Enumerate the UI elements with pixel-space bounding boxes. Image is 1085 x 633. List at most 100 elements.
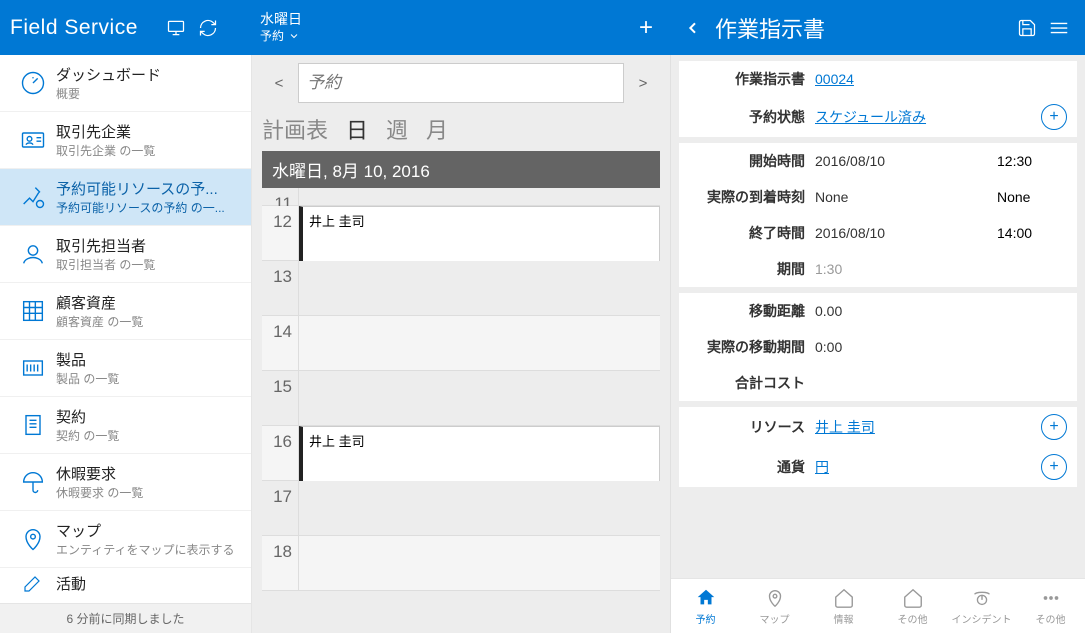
search-input[interactable]	[307, 73, 615, 93]
person-icon	[10, 240, 56, 268]
sidebar-item-products[interactable]: 製品製品 の一覧	[0, 340, 251, 397]
hour-row: 16 井上 圭司	[262, 426, 660, 481]
detail-title: 作業指示書	[715, 12, 825, 44]
hour-row: 14	[262, 316, 660, 371]
sidebar-item-sub: 予約可能リソースの予約 の一...	[56, 199, 225, 216]
field-value[interactable]: 0.00	[815, 303, 1067, 319]
field-duration: 期間 1:30	[679, 251, 1077, 287]
sidebar-item-sub: 製品 の一覧	[56, 370, 119, 387]
tab-info[interactable]: 情報	[809, 579, 878, 633]
barcode-icon	[10, 354, 56, 382]
tab-more[interactable]: その他	[1016, 579, 1085, 633]
sidebar-item-sub: 概要	[56, 85, 161, 102]
field-label: 予約状態	[679, 107, 815, 127]
menu-icon[interactable]	[1043, 17, 1075, 39]
field-value[interactable]: None	[815, 189, 997, 205]
tab-booking[interactable]: 予約	[671, 579, 740, 633]
app-header: Field Service 水曜日 予約 + 作業指示書	[0, 0, 1085, 55]
field-value-2[interactable]: 14:00	[997, 225, 1067, 241]
hour-row: 15	[262, 371, 660, 426]
sidebar-item-sub: 契約 の一覧	[56, 427, 119, 444]
sidebar-item-label: 製品	[56, 349, 119, 370]
field-value-2[interactable]: 12:30	[997, 153, 1067, 169]
field-start-time: 開始時間 2016/08/10 12:30	[679, 143, 1077, 179]
add-button[interactable]: +	[639, 14, 653, 42]
status-link[interactable]: スケジュール済み	[815, 107, 1035, 127]
search-box[interactable]	[298, 63, 624, 103]
sync-status: 6 分前に同期しました	[0, 603, 251, 633]
sidebar-item-customer-assets[interactable]: 顧客資産顧客資産 の一覧	[0, 283, 251, 340]
edit-icon	[10, 571, 56, 595]
monitor-icon[interactable]	[160, 18, 192, 38]
tab-label: 予約	[696, 611, 716, 626]
tab-agenda[interactable]: 計画表	[262, 113, 328, 145]
pin-icon	[764, 587, 786, 609]
field-label: 終了時間	[679, 223, 815, 243]
prev-button[interactable]: <	[260, 64, 298, 102]
id-card-icon	[10, 126, 56, 154]
hour-row: 13	[262, 261, 660, 316]
tab-label: その他	[898, 611, 928, 626]
field-travel-duration: 実際の移動期間 0:00	[679, 329, 1077, 365]
date-bar: 水曜日, 8月 10, 2016	[262, 151, 660, 188]
field-value-2[interactable]: None	[997, 189, 1067, 205]
umbrella-icon	[10, 468, 56, 496]
next-button[interactable]: >	[624, 64, 662, 102]
field-arrival-time: 実際の到着時刻 None None	[679, 179, 1077, 215]
tab-map[interactable]: マップ	[740, 579, 809, 633]
sidebar-item-label: 活動	[56, 573, 86, 594]
detail-card: 作業指示書 00024 予約状態 スケジュール済み +	[679, 61, 1077, 137]
save-icon[interactable]	[1011, 18, 1043, 38]
hour-row: 18	[262, 536, 660, 591]
app-title: Field Service	[10, 16, 138, 40]
sidebar-item-label: 休暇要求	[56, 463, 143, 484]
tab-month[interactable]: 月	[426, 113, 448, 145]
resource-icon	[10, 183, 56, 211]
alarm-icon	[971, 587, 993, 609]
sidebar-item-dashboard[interactable]: ダッシュボード概要	[0, 55, 251, 112]
sidebar-item-accounts[interactable]: 取引先企業取引先企業 の一覧	[0, 112, 251, 169]
sidebar-item-agreements[interactable]: 契約契約 の一覧	[0, 397, 251, 454]
field-value[interactable]: 2016/08/10	[815, 153, 997, 169]
sidebar-item-activity[interactable]: 活動	[0, 568, 251, 598]
field-label: 期間	[679, 259, 815, 279]
tab-other[interactable]: その他	[878, 579, 947, 633]
work-order-link[interactable]: 00024	[815, 71, 1067, 87]
field-distance: 移動距離 0.00	[679, 293, 1077, 329]
sidebar-item-sub: 取引担当者 の一覧	[56, 256, 155, 273]
tab-label: その他	[1036, 611, 1066, 626]
header-sub-label: 予約	[260, 27, 284, 44]
refresh-icon[interactable]	[192, 18, 224, 38]
add-icon[interactable]: +	[1041, 454, 1067, 480]
tab-week[interactable]: 週	[386, 113, 408, 145]
header-sub-dropdown[interactable]: 予約	[260, 27, 302, 44]
field-value[interactable]: 0:00	[815, 339, 1067, 355]
tab-day[interactable]: 日	[346, 113, 368, 145]
tab-label: インシデント	[952, 611, 1012, 626]
sidebar-item-sub: 取引先企業 の一覧	[56, 142, 155, 159]
add-icon[interactable]: +	[1041, 414, 1067, 440]
add-icon[interactable]: +	[1041, 104, 1067, 130]
header-day-label: 水曜日	[260, 11, 302, 27]
sidebar-item-label: 取引先企業	[56, 121, 155, 142]
schedule-pane: < > 計画表 日 週 月 水曜日, 8月 10, 2016 11 12 井上 …	[252, 55, 671, 633]
hour-row: 11	[262, 188, 660, 206]
resource-link[interactable]: 井上 圭司	[815, 417, 1035, 437]
tab-incident[interactable]: インシデント	[947, 579, 1016, 633]
field-value[interactable]: 2016/08/10	[815, 225, 997, 241]
sidebar-item-time-off[interactable]: 休暇要求休暇要求 の一覧	[0, 454, 251, 511]
chevron-down-icon	[288, 30, 300, 42]
gauge-icon	[10, 69, 56, 97]
detail-pane: 作業指示書 00024 予約状態 スケジュール済み + 開始時間 2016/08…	[671, 55, 1085, 633]
field-label: 実際の移動期間	[679, 337, 815, 357]
detail-card: 開始時間 2016/08/10 12:30 実際の到着時刻 None None …	[679, 143, 1077, 287]
field-label: 開始時間	[679, 151, 815, 171]
sidebar-item-map[interactable]: マップエンティティをマップに表示する	[0, 511, 251, 568]
sidebar-item-label: 契約	[56, 406, 119, 427]
sidebar-item-contacts[interactable]: 取引先担当者取引担当者 の一覧	[0, 226, 251, 283]
sidebar-item-bookable-resource[interactable]: 予約可能リソースの予...予約可能リソースの予約 の一...	[0, 169, 251, 226]
currency-link[interactable]: 円	[815, 457, 1035, 477]
hour-row: 12 井上 圭司	[262, 206, 660, 261]
back-button[interactable]	[685, 20, 701, 36]
grid-icon	[10, 297, 56, 325]
